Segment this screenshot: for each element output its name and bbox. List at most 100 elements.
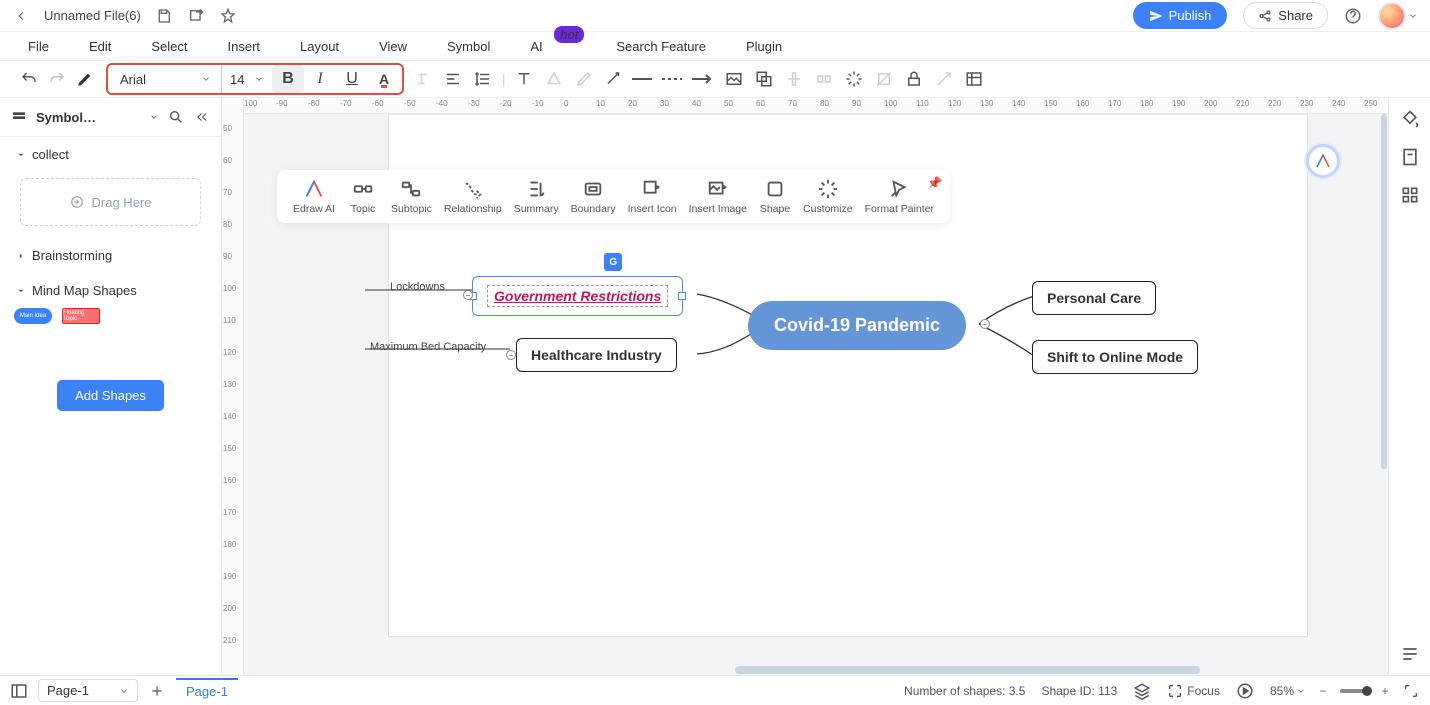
ctx-summary[interactable]: Summary <box>508 176 565 217</box>
layers-status-icon[interactable] <box>1133 682 1151 700</box>
outline-view-icon[interactable] <box>10 682 28 700</box>
page-panel-icon[interactable] <box>1401 148 1419 166</box>
shape-sample-blue[interactable]: Main Idea <box>14 308 52 324</box>
menu-edit[interactable]: Edit <box>89 39 111 54</box>
sublabel-bed[interactable]: Maximum Bed Capacity <box>370 341 486 353</box>
v-scrollbar[interactable] <box>1380 114 1388 665</box>
node-gov[interactable]: G Government Restrictions <box>472 276 683 316</box>
ctx-topic[interactable]: Topic <box>341 176 385 217</box>
collapse-health[interactable]: − <box>506 350 516 360</box>
font-name-select[interactable]: Arial <box>110 65 222 93</box>
collapse-gov[interactable]: − <box>463 290 473 300</box>
menu-view[interactable]: View <box>379 39 407 54</box>
collapse-right[interactable]: − <box>980 319 990 329</box>
underline-button[interactable]: U <box>336 65 368 93</box>
crop-icon[interactable] <box>873 68 895 90</box>
section-collect[interactable]: collect <box>0 137 221 172</box>
ctx-boundary[interactable]: Boundary <box>565 176 622 217</box>
shape-sample-red[interactable]: Floating Topic <box>62 308 100 324</box>
ctx-relationship[interactable]: Relationship <box>438 176 508 217</box>
tools-icon[interactable] <box>933 68 955 90</box>
distribute-icon[interactable] <box>813 68 835 90</box>
ai-badge[interactable] <box>1306 144 1340 178</box>
fullscreen-icon[interactable] <box>1402 682 1420 700</box>
node-center[interactable]: Covid-19 Pandemic <box>748 301 966 350</box>
node-health[interactable]: Healthcare Industry <box>516 338 677 372</box>
line-spacing-icon[interactable] <box>472 68 494 90</box>
zoom-value[interactable]: 85% <box>1270 684 1306 698</box>
user-menu[interactable] <box>1378 2 1418 30</box>
list-panel-icon[interactable] <box>1401 645 1419 663</box>
node-personal[interactable]: Personal Care <box>1032 281 1156 315</box>
format-brush-icon[interactable] <box>76 70 94 88</box>
h-scroll-thumb[interactable] <box>735 666 1200 674</box>
redo-icon[interactable] <box>48 70 66 88</box>
ctx-insert-icon[interactable]: Insert Icon <box>622 176 683 217</box>
translate-badge[interactable]: G <box>604 253 622 271</box>
menu-plugin[interactable]: Plugin <box>746 39 782 54</box>
menu-search[interactable]: Search Feature <box>616 39 706 54</box>
collapse-sidebar-icon[interactable] <box>193 108 211 126</box>
menu-layout[interactable]: Layout <box>300 39 339 54</box>
sublabel-lockdowns[interactable]: Lockdowns <box>390 281 445 293</box>
bold-button[interactable]: B <box>272 65 304 93</box>
page-tab[interactable]: Page-1 <box>176 678 238 703</box>
ctx-shape[interactable]: Shape <box>753 176 797 217</box>
ctx-insert-image[interactable]: Insert Image <box>683 176 753 217</box>
help-icon[interactable] <box>1344 7 1362 25</box>
arrow-style-icon[interactable] <box>693 68 715 90</box>
library-icon[interactable] <box>10 108 28 126</box>
drag-zone[interactable]: Drag Here <box>20 178 201 226</box>
section-mindmap[interactable]: Mind Map Shapes <box>0 273 221 308</box>
back-icon[interactable] <box>12 7 30 25</box>
line-style-icon[interactable] <box>633 68 655 90</box>
image-tool-icon[interactable] <box>723 68 745 90</box>
dash-style-icon[interactable] <box>663 68 685 90</box>
pin-icon[interactable]: 📌 <box>927 176 942 190</box>
search-icon[interactable] <box>167 108 185 126</box>
canvas[interactable]: 📌 Edraw AITopicSubtopicRelationshipSumma… <box>244 114 1388 675</box>
share-button[interactable]: Share <box>1243 2 1328 29</box>
chevron-down-icon[interactable] <box>149 112 159 122</box>
add-page-icon[interactable] <box>148 682 166 700</box>
effects-icon[interactable] <box>843 68 865 90</box>
menu-select[interactable]: Select <box>151 39 187 54</box>
section-brainstorming[interactable]: Brainstorming <box>0 238 221 273</box>
apps-panel-icon[interactable] <box>1401 186 1419 204</box>
ctx-edraw-ai[interactable]: Edraw AI <box>287 176 341 217</box>
publish-button[interactable]: Publish <box>1133 2 1228 29</box>
table-icon[interactable] <box>963 68 985 90</box>
node-shift[interactable]: Shift to Online Mode <box>1032 340 1198 374</box>
menu-symbol[interactable]: Symbol <box>447 39 490 54</box>
zoom-slider[interactable] <box>1340 689 1368 693</box>
font-color-button[interactable]: A <box>368 65 400 93</box>
menu-ai[interactable]: AI hot <box>530 39 576 54</box>
save-icon[interactable] <box>155 7 173 25</box>
ctx-customize[interactable]: Customize <box>797 176 859 217</box>
star-icon[interactable] <box>219 7 237 25</box>
add-shapes-button[interactable]: Add Shapes <box>57 380 164 411</box>
export-icon[interactable] <box>187 7 205 25</box>
undo-icon[interactable] <box>20 70 38 88</box>
clear-format-icon[interactable] <box>412 68 434 90</box>
zoom-in-icon[interactable]: + <box>1376 682 1394 700</box>
menu-file[interactable]: File <box>28 39 49 54</box>
shape-tool-icon[interactable] <box>543 68 565 90</box>
lock-icon[interactable] <box>903 68 925 90</box>
fill-panel-icon[interactable] <box>1401 110 1419 128</box>
connector-icon[interactable] <box>603 68 625 90</box>
menu-insert[interactable]: Insert <box>228 39 261 54</box>
pen-tool-icon[interactable] <box>573 68 595 90</box>
text-tool-icon[interactable] <box>513 68 535 90</box>
layers-icon[interactable] <box>753 68 775 90</box>
ctx-subtopic[interactable]: Subtopic <box>385 176 438 217</box>
italic-button[interactable]: I <box>304 65 336 93</box>
align-left-icon[interactable] <box>442 68 464 90</box>
zoom-out-icon[interactable]: − <box>1314 682 1332 700</box>
present-icon[interactable] <box>1236 682 1254 700</box>
focus-button[interactable]: Focus <box>1167 683 1220 699</box>
align-vert-icon[interactable] <box>783 68 805 90</box>
v-scroll-thumb[interactable] <box>1381 114 1387 469</box>
h-scrollbar[interactable] <box>244 665 1388 675</box>
page-select[interactable]: Page-1 <box>38 679 138 702</box>
